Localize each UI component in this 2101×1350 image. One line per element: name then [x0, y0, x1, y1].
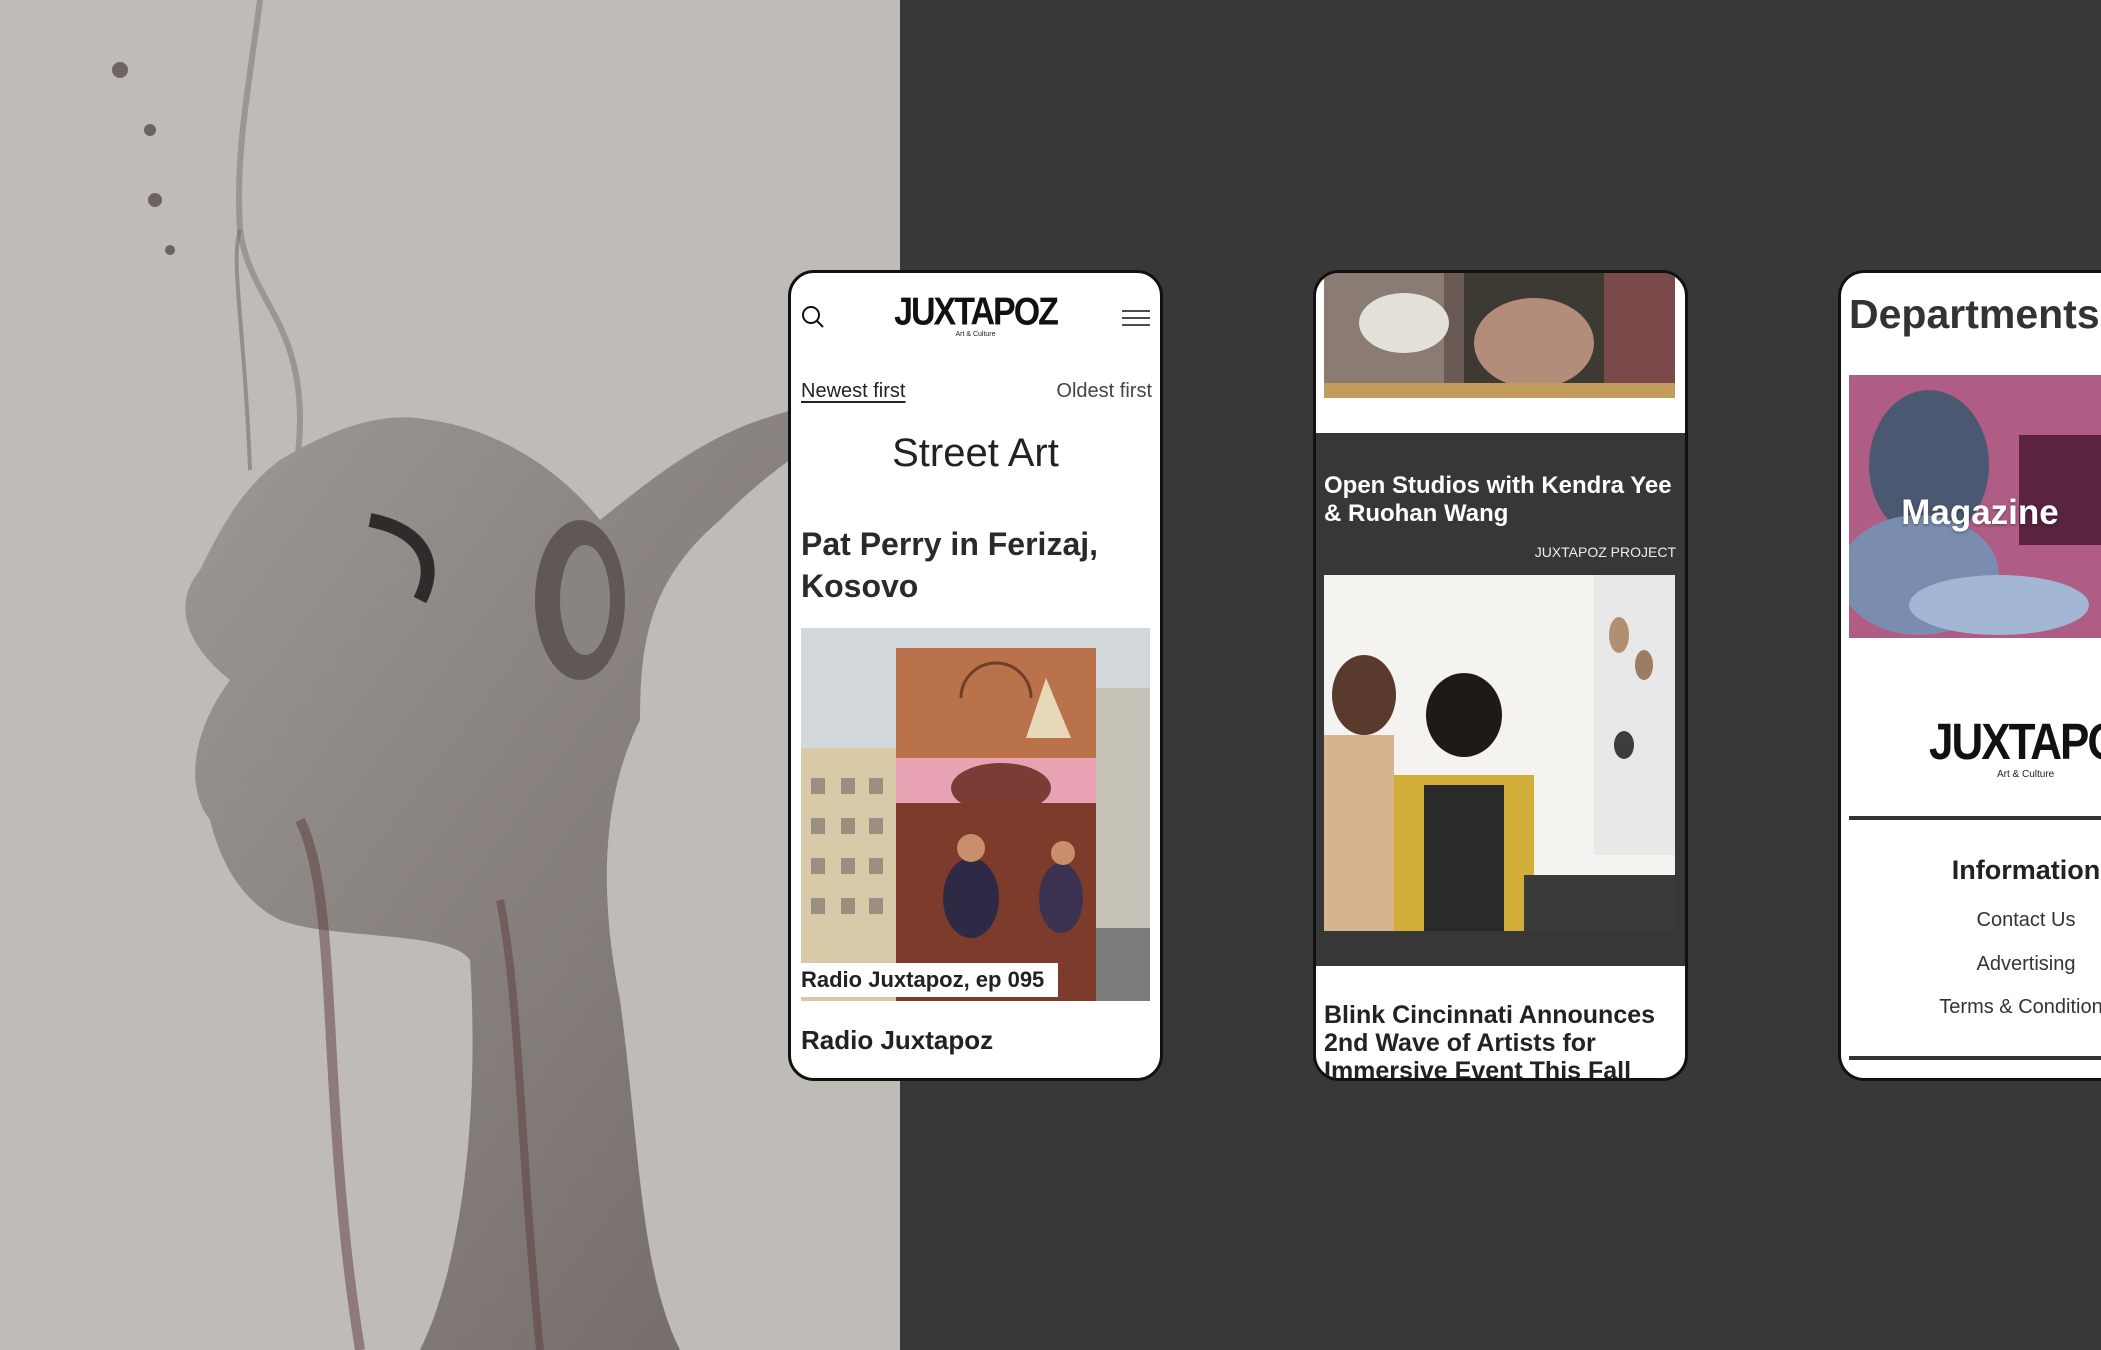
footer-logo-tagline: Art & Culture: [1997, 769, 2055, 780]
sort-newest-first[interactable]: Newest first: [801, 380, 905, 403]
section-heading-radio[interactable]: Radio Juxtapoz: [801, 1025, 993, 1056]
magazine-card[interactable]: Magazine: [1849, 375, 2101, 638]
image-caption[interactable]: Radio Juxtapoz, ep 095: [791, 963, 1059, 997]
gallery-photo: [1324, 575, 1675, 931]
footer-logo[interactable]: JUXTAPOZ Art & Culture: [1929, 714, 2101, 780]
next-article-title[interactable]: Blink Cincinnati Announces 2nd Wave of A…: [1324, 1001, 1677, 1078]
sort-oldest-first[interactable]: Oldest first: [1056, 380, 1152, 403]
footer-divider-bottom: [1849, 1056, 2101, 1060]
studio-photo: [1324, 273, 1675, 398]
information-heading: Information: [1951, 855, 2101, 885]
logo-wordmark: JUXTAPOZ: [894, 290, 1059, 334]
hero-artwork: [0, 0, 900, 1350]
link-contact-us[interactable]: Contact Us: [1841, 909, 2101, 932]
departments-title: Departments: [1849, 291, 2100, 337]
phone-mockup-departments: Departments Magazine JUXTAPOZ Art & Cult…: [1838, 270, 2101, 1081]
site-logo[interactable]: JUXTAPOZ Art & Culture: [791, 290, 1160, 338]
featured-article-title[interactable]: Open Studios with Kendra Yee & Ruohan Wa…: [1324, 472, 1677, 528]
article-title[interactable]: Pat Perry in Ferizaj, Kosovo: [801, 523, 1150, 607]
phone-mockup-street-art: JUXTAPOZ Art & Culture Newest first Olde…: [788, 270, 1163, 1081]
article-category-tag[interactable]: JUXTAPOZ PROJECT: [1535, 544, 1676, 560]
mural-photo: [801, 628, 1150, 1001]
phone-mockup-feed: Open Studios with Kendra Yee & Ruohan Wa…: [1313, 270, 1688, 1081]
portrait-painting: [0, 0, 900, 1350]
article-image-studio[interactable]: [1324, 273, 1675, 398]
article-image-mural[interactable]: [801, 628, 1150, 1001]
menu-icon[interactable]: [1122, 310, 1150, 326]
footer-divider-top: [1849, 816, 2101, 820]
link-advertising[interactable]: Advertising: [1841, 953, 2101, 976]
magazine-card-label: Magazine: [1901, 493, 2059, 532]
page-title: Street Art: [892, 431, 1059, 475]
site-header: JUXTAPOZ Art & Culture: [791, 273, 1160, 353]
link-terms-conditions[interactable]: Terms & Conditions: [1841, 996, 2101, 1019]
article-image-gallery[interactable]: [1324, 575, 1675, 931]
footer-logo-wordmark: JUXTAPOZ: [1929, 714, 2101, 771]
